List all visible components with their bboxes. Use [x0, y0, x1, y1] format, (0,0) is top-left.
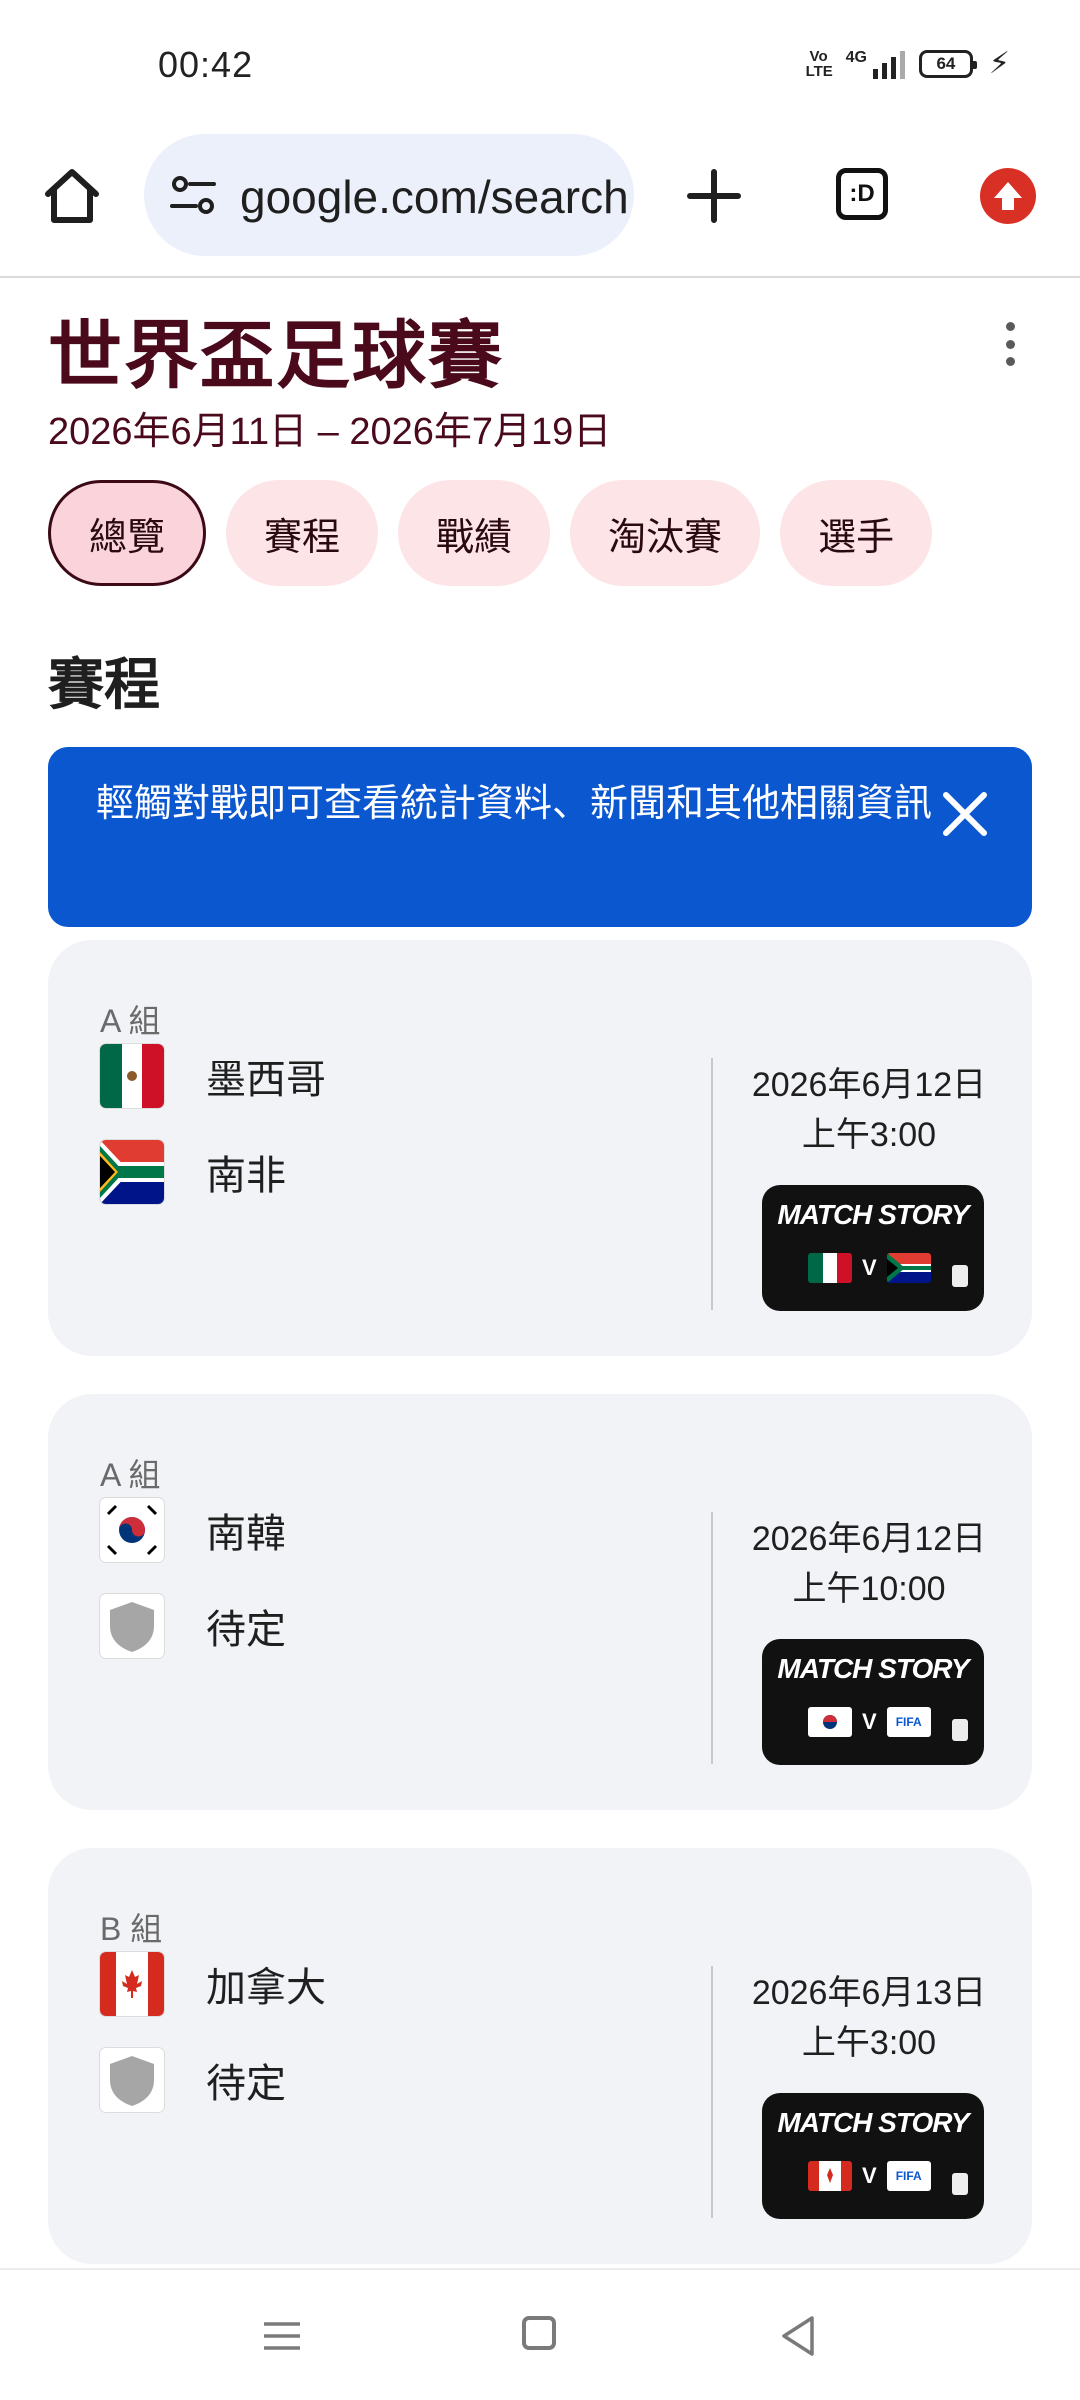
match-story-thumbnail[interactable]: MATCH STORY V FIFA [762, 1639, 984, 1765]
south-africa-flag-icon [100, 1140, 164, 1204]
tab-players[interactable]: 選手 [780, 480, 933, 586]
match-story-thumbnail[interactable]: MATCH STORY V [762, 1185, 984, 1311]
versus-label: V [862, 2163, 877, 2188]
divider [711, 1966, 713, 2218]
close-icon[interactable] [940, 789, 990, 839]
update-available-icon[interactable] [980, 168, 1036, 224]
tab-switcher-button[interactable]: :D [836, 168, 888, 220]
canada-flag-icon [808, 2161, 852, 2191]
canada-flag-icon [100, 1952, 164, 2016]
more-options-icon[interactable] [996, 322, 1024, 366]
match-date: 2026年6月12日 [751, 1066, 987, 1104]
battery-icon: 64 [918, 49, 977, 78]
phone-icon [952, 1265, 968, 1287]
url-text[interactable]: google.com/search [240, 170, 629, 224]
status-time: 00:42 [158, 44, 254, 85]
team-name: 待定 [206, 1608, 286, 1652]
team-name: 待定 [206, 2062, 286, 2106]
phone-icon [952, 1719, 968, 1741]
address-bar[interactable]: google.com/search [144, 134, 634, 256]
divider [711, 1512, 713, 1764]
team-row: 南韓 [100, 1494, 286, 1566]
match-datetime: 2026年6月12日 上午3:00 [724, 1060, 1014, 1160]
match-date: 2026年6月13日 [751, 1974, 987, 2012]
team-row: 加拿大 [100, 1948, 326, 2020]
team-row: 南非 [100, 1136, 286, 1208]
group-label: A 組 [100, 1003, 161, 1039]
home-icon[interactable] [40, 164, 104, 228]
tab-chips: 總覽 賽程 戰績 淘汰賽 選手 [48, 480, 933, 586]
match-card[interactable]: A 組 墨西哥 南非 2026年6月12日 上午3:00 MATCH STORY… [48, 940, 1032, 1356]
versus-label: V [862, 1709, 877, 1734]
mexico-flag-icon [808, 1253, 852, 1283]
home-button[interactable] [522, 2316, 556, 2350]
match-story-label: MATCH STORY [777, 1653, 969, 1684]
volte-icon: Vo LTE [805, 47, 833, 80]
tab-standings[interactable]: 戰績 [398, 480, 551, 586]
charging-icon: ⚡ [988, 47, 1010, 80]
group-label: A 組 [100, 1457, 161, 1493]
tab-schedule[interactable]: 賽程 [226, 480, 379, 586]
shield-placeholder-icon [100, 2048, 164, 2112]
section-title: 賽程 [48, 653, 160, 716]
match-time: 上午3:00 [801, 2024, 937, 2062]
match-datetime: 2026年6月12日 上午10:00 [724, 1514, 1014, 1614]
fifa-logo-icon: FIFA [886, 2161, 931, 2191]
status-icons: Vo LTE 4G 64 ⚡ [806, 46, 1010, 81]
match-story-label: MATCH STORY [777, 1199, 969, 1230]
match-datetime: 2026年6月13日 上午3:00 [724, 1968, 1014, 2068]
divider [711, 1058, 713, 1310]
team-row: 墨西哥 [100, 1040, 326, 1112]
team-name: 加拿大 [206, 1966, 326, 2010]
info-banner-text: 輕觸對戰即可查看統計資料、新聞和其他相關資訊 [96, 783, 933, 825]
shield-placeholder-icon [100, 1594, 164, 1658]
info-banner: 輕觸對戰即可查看統計資料、新聞和其他相關資訊 [48, 747, 1032, 927]
team-name: 墨西哥 [206, 1058, 326, 1102]
back-icon[interactable] [778, 2314, 818, 2358]
match-story-label: MATCH STORY [777, 2107, 969, 2138]
tab-knockout[interactable]: 淘汰賽 [570, 480, 761, 586]
team-row: 待定 [100, 1590, 286, 1662]
phone-icon [952, 2173, 968, 2195]
versus-label: V [862, 1255, 877, 1280]
tournament-date-range: 2026年6月11日 – 2026年7月19日 [48, 411, 612, 453]
team-name: 南韓 [206, 1512, 286, 1556]
recent-apps-icon[interactable] [262, 2320, 302, 2352]
network-type: 4G [845, 48, 867, 66]
mexico-flag-icon [100, 1044, 164, 1108]
status-bar: 00:42 Vo LTE 4G 64 ⚡ [0, 0, 1080, 130]
south-africa-flag-icon [886, 1253, 931, 1283]
browser-toolbar: google.com/search :D [0, 130, 1080, 278]
system-navigation-bar [0, 2268, 1080, 2400]
tab-overview[interactable]: 總覽 [48, 480, 207, 586]
team-row: 待定 [100, 2044, 286, 2116]
fifa-logo-icon: FIFA [886, 1707, 931, 1737]
new-tab-icon[interactable] [684, 166, 744, 226]
match-time: 上午10:00 [792, 1570, 946, 1608]
match-time: 上午3:00 [801, 1116, 937, 1154]
group-label: B 組 [100, 1911, 163, 1947]
team-name: 南非 [206, 1154, 286, 1198]
match-card[interactable]: B 組 加拿大 待定 2026年6月13日 上午3:00 MATCH STORY… [48, 1848, 1032, 2264]
signal-icon: 4G [846, 49, 905, 79]
match-card[interactable]: A 組 南韓 待定 2026年6月12日 上午10:00 MATCH STORY… [48, 1394, 1032, 1810]
match-date: 2026年6月12日 [751, 1520, 987, 1558]
south-korea-flag-icon [100, 1498, 164, 1562]
site-settings-icon[interactable] [170, 175, 216, 215]
page-title: 世界盃足球賽 [48, 314, 504, 397]
south-korea-flag-icon [808, 1707, 852, 1737]
match-story-thumbnail[interactable]: MATCH STORY V FIFA [762, 2093, 984, 2219]
battery-level: 64 [936, 53, 956, 73]
